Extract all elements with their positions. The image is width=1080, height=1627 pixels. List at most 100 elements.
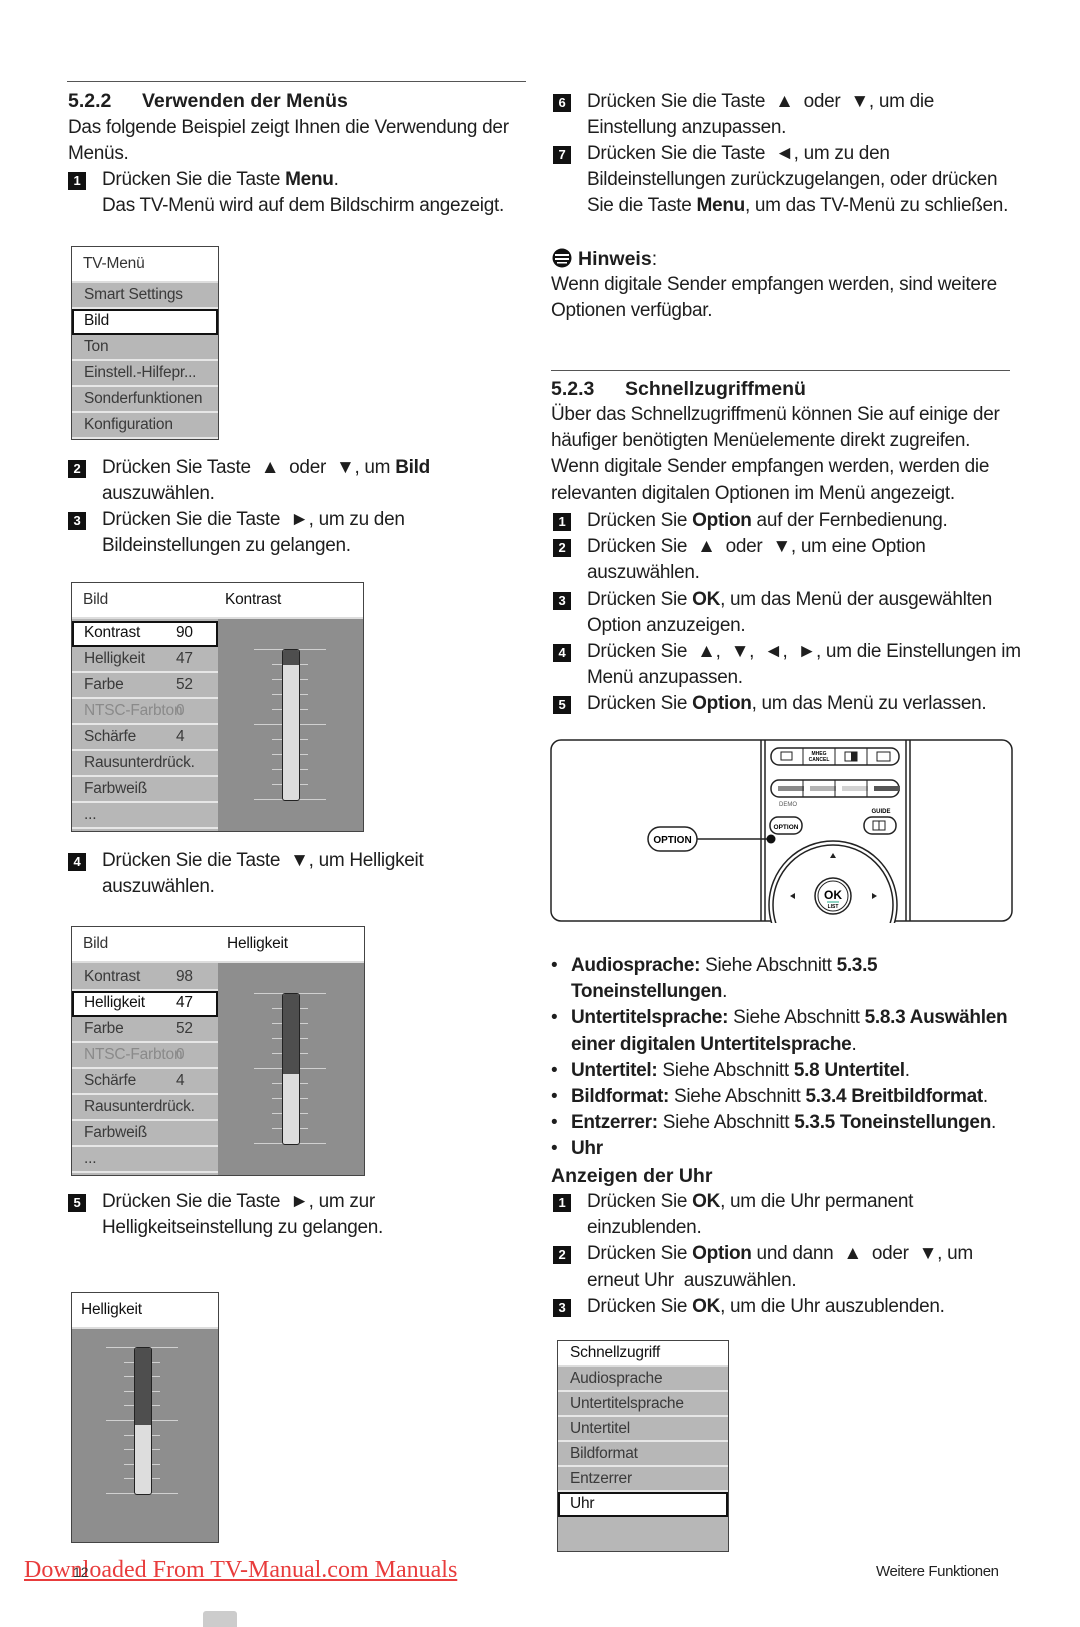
menu-item: NTSC-Farbton 0 [72,699,218,725]
section-number: 5.2.2 [68,90,112,112]
menu-item: ... [72,803,218,829]
menu-item-label: Ton [84,338,109,355]
step-number: 2 [553,539,571,558]
step-text: Drücken Sie Option und dann ▲ oder ▼, um… [587,1241,973,1293]
text-segment: Siehe Abschnitt [657,1059,794,1081]
menu-item: Einstell.-Hilfepr... [72,361,218,387]
text-segment: Drücken Sie ▲ oder ▼, um eine Option aus… [587,536,926,584]
step-text: Drücken Sie die Taste ►, um zu den Bilde… [102,507,405,559]
text-segment: OK [692,1295,721,1317]
menu-item-label: Untertitel [570,1420,631,1437]
menu-item: Schärfe 4 [72,725,218,751]
text-segment: Drücken Sie die Taste ►, um zur Helligke… [102,1191,384,1239]
text-segment: Siehe Abschnitt [657,1112,795,1134]
step-number: 5 [68,1194,86,1212]
menu-item-label: Kontrast [84,624,141,641]
step-number: 1 [553,1194,571,1212]
note-colon: : [651,248,658,270]
guide-key [863,816,897,835]
step-number: 3 [553,591,571,610]
menu-item: Farbe 52 [72,1017,218,1043]
menu-item: Kontrast 90 [72,621,218,647]
menu-item-value: 52 [176,676,193,693]
menu-item-label: Farbweiß [84,1124,147,1141]
menu-item-value: 0 [176,1046,185,1063]
menu-item-label: Einstell.-Hilfepr... [84,364,197,381]
step-number: 3 [68,512,86,530]
menu-item-label: Sonderfunktionen [84,390,203,407]
step-text: Drücken Sie Taste ▲ oder ▼, um Bild ausz… [102,455,430,507]
intro-text: Das folgende Beispiel zeigt Ihnen die Ve… [68,115,509,167]
value-slider [134,1347,152,1495]
step-number: 4 [68,853,86,871]
menu-item-label: Helligkeit [84,994,145,1011]
text-segment: 5.8 Untertitel [793,1059,905,1081]
text-segment: Untertitelsprache: [571,1007,729,1029]
value-slider [282,993,300,1145]
menu-item-label: Smart Settings [84,286,183,303]
brightness-slider-screenshot: Helligkeit [71,1292,219,1543]
page-tab [203,1611,237,1627]
bullet-item: Uhr [551,1136,1021,1162]
menu-item-label: Rausunterdrück. [84,754,195,771]
text-segment: Option [692,1243,752,1265]
text-segment: Entzerrer: [571,1112,658,1134]
step-text: Drücken Sie ▲, ▼, ◄, ►, um die Einstellu… [587,639,1021,691]
text-segment: Siehe Abschnitt [669,1086,806,1108]
text-segment: Bildformat: [571,1086,670,1108]
menu-item-label: Rausunterdrück. [84,1098,195,1115]
step-number: 1 [553,513,571,531]
text-segment: Drücken Sie Taste ▲ oder ▼, um [102,457,396,478]
menu-header: Helligkeit [72,1293,218,1329]
ok-label: OK [824,888,842,902]
page-number: 12 [73,1564,89,1580]
step-number: 1 [68,172,86,190]
text-segment: Menu [696,195,746,217]
menu-title: Bild [83,591,109,608]
step-number: 7 [553,146,571,164]
text-segment: Drücken Sie die Taste ►, um zu den Bilde… [102,509,405,557]
menu-item: Rausunterdrück. [72,751,218,777]
section-divider [67,81,526,82]
note-icon [552,248,572,268]
menu-item-value: 90 [176,624,193,641]
menu-item-value: 4 [176,728,185,745]
menu-item: Untertitel [558,1417,728,1442]
text-segment: . [851,1033,857,1055]
menu-item: Farbweiß [72,1121,218,1147]
menu-item: Untertitelsprache [558,1392,728,1417]
menu-item: Farbe 52 [72,673,218,699]
menu-item: Ton [72,335,218,361]
menu-item-label: NTSC-Farbton [84,1046,183,1063]
step-text: Drücken Sie die Taste ▼, um Helligkeit a… [102,848,424,900]
step-number: 5 [553,696,571,715]
menu-item: Helligkeit 47 [72,647,218,673]
menu-item: NTSC-Farbton 0 [72,1043,218,1069]
step-number: 2 [68,460,86,478]
text-segment: Drücken Sie [587,1191,693,1212]
text-segment: Drücken Sie die Taste [102,169,286,190]
step-text: Drücken Sie OK, um das Menü der ausgewäh… [587,587,992,639]
text-segment: Bild [395,457,430,478]
menu-item-label: Farbe [84,676,124,693]
menu-item-label: Helligkeit [84,650,145,667]
text-segment: Menu [285,169,334,190]
note-title: Hinweis [578,248,652,270]
slider-fill [283,994,299,1074]
option-list: Audiosprache: Siehe Abschnitt 5.3.5 Tone… [551,953,1021,1163]
note-heading: Hinweis: [552,246,657,272]
menu-item-label: ... [84,1150,97,1167]
menu-title: Schnellzugriff [570,1344,660,1361]
menu-item-label: Schärfe [84,1072,137,1089]
text-segment: OK [692,588,721,610]
menu-title: TV-Menü [83,255,145,272]
menu-item-value: 0 [176,702,185,719]
menu-item-label: Farbweiß [84,780,147,797]
menu-item-label: Farbe [84,1020,124,1037]
text-segment: . [904,1059,910,1081]
menu-item: Uhr [558,1492,728,1517]
text-segment: Drücken Sie die Taste ▼, um Helligkeit a… [102,850,424,898]
remote-control-illustration: MHEG CANCEL DEMO GUIDE OPTION OK LIST OP… [550,739,1014,970]
intro-text: Über das Schnellzugriffmenü können Sie a… [551,404,1000,504]
text-segment: , um das Menü zu verlassen. [751,693,987,715]
